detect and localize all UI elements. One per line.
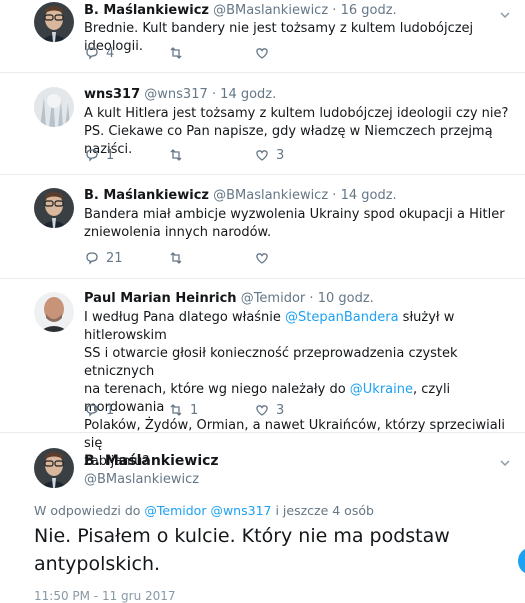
tweet-time[interactable]: 16 godz.	[341, 3, 397, 18]
reply-button[interactable]: 21	[84, 249, 123, 267]
heart-icon	[256, 253, 268, 264]
chevron-down-icon[interactable]	[499, 6, 511, 19]
reply-count: 4	[106, 45, 115, 61]
tweet-text-line: Bandera miał ambicje wyzwolenia Ukrainy …	[84, 207, 505, 222]
retweet-button[interactable]	[168, 249, 196, 267]
main-author-name[interactable]: B. Maślankiewicz	[84, 453, 219, 469]
separator: ·	[332, 3, 337, 18]
author-handle[interactable]: @BMaslankiewicz	[213, 3, 328, 18]
tweet-text-line: A kult Hitlera jest tożsamy z kultem lud…	[84, 106, 509, 121]
tweet-text-line: I według Pana dlatego właśnie @StepanBan…	[84, 309, 514, 345]
tweet-text-line: SS i otwarcie głosił konieczność przepro…	[84, 346, 458, 379]
tweet-header: B. Maślankiewicz @BMaslankiewicz · 16 go…	[84, 3, 397, 18]
mention-link[interactable]: @Ukraine	[350, 382, 413, 397]
author-name[interactable]: B. Maślankiewicz	[84, 3, 209, 18]
reply-icon	[86, 149, 98, 162]
reply-button[interactable]: 4	[84, 44, 114, 62]
avatar-photo-icon	[34, 448, 74, 488]
retweet-button[interactable]	[168, 44, 196, 62]
tweet-header: Paul Marian Heinrich @Temidor · 10 godz.	[84, 291, 374, 306]
author-name[interactable]: Paul Marian Heinrich	[84, 291, 237, 306]
reply-button[interactable]: 1	[84, 146, 114, 164]
avatar[interactable]	[34, 292, 74, 332]
tweet-text-line: zniewolenia innych narodów.	[84, 225, 272, 240]
retweet-icon	[170, 149, 182, 161]
author-handle[interactable]: @Temidor	[241, 291, 306, 306]
like-button[interactable]: 3	[254, 146, 284, 164]
text-fragment: I według Pana dlatego właśnie	[84, 310, 286, 325]
retweet-icon	[170, 252, 182, 264]
tweet-text: Bandera miał ambicje wyzwolenia Ukrainy …	[84, 206, 514, 242]
author-name[interactable]: B. Maślankiewicz	[84, 188, 209, 203]
like-button[interactable]	[254, 44, 282, 62]
avatar[interactable]	[34, 87, 74, 127]
tweet-timestamp[interactable]: 11:50 PM - 11 gru 2017	[34, 589, 176, 603]
like-count: 3	[276, 402, 285, 418]
tweet-time[interactable]: 14 godz.	[220, 87, 276, 102]
heart-icon	[256, 150, 268, 161]
avatar-photo-icon	[34, 87, 74, 127]
retweet-icon	[170, 404, 182, 416]
separator: ·	[309, 291, 314, 306]
tweet-time[interactable]: 14 godz.	[341, 188, 397, 203]
tweet-header: B. Maślankiewicz @BMaslankiewicz · 14 go…	[84, 188, 397, 203]
avatar-photo-icon	[34, 292, 74, 332]
tweet-4[interactable]: Paul Marian Heinrich @Temidor · 10 godz.…	[0, 278, 525, 469]
like-button[interactable]	[254, 249, 282, 267]
tweet-1[interactable]: B. Maślankiewicz @BMaslankiewicz · 16 go…	[0, 0, 525, 73]
tweet-text-line: PS. Ciekawe co Pan napisze, gdy władzę w…	[84, 124, 493, 157]
main-tweet-text: Nie. Pisałem o kulcie. Który nie ma pods…	[34, 525, 450, 575]
tweet-time[interactable]: 10 godz.	[318, 291, 374, 306]
mention-link[interactable]: @StepanBandera	[285, 310, 399, 325]
author-handle[interactable]: @wns317	[144, 87, 207, 102]
tweet-text: Brednie. Kult bandery nie jest tożsamy z…	[84, 21, 474, 54]
separator: ·	[332, 188, 337, 203]
author-handle[interactable]: @BMaslankiewicz	[213, 188, 328, 203]
avatar[interactable]	[34, 448, 74, 488]
reply-icon	[86, 47, 98, 60]
like-button[interactable]: 3	[254, 401, 284, 419]
tweet-header: wns317 @wns317 · 14 godz.	[84, 87, 276, 102]
heart-icon	[256, 48, 268, 59]
reply-count: 1	[106, 147, 115, 163]
reply-count: 1	[106, 402, 115, 418]
main-author-handle[interactable]: @BMaslankiewicz	[84, 472, 199, 487]
separator: ·	[211, 87, 217, 102]
retweet-button[interactable]	[168, 146, 196, 164]
avatar-photo-icon	[34, 2, 74, 42]
mention-link[interactable]: @wns317	[210, 503, 271, 518]
chevron-down-icon[interactable]	[499, 454, 511, 467]
reply-icon	[86, 252, 98, 265]
mention-link[interactable]: @Temidor	[144, 503, 206, 518]
tweet-3[interactable]: B. Maślankiewicz @BMaslankiewicz · 14 go…	[0, 174, 525, 279]
reply-button[interactable]: 1	[84, 401, 114, 419]
retweet-icon	[170, 47, 182, 59]
retweet-count: 1	[190, 402, 199, 418]
author-name[interactable]: wns317	[84, 87, 140, 102]
tweet-text-line: na terenach, które wg niego należały do …	[84, 381, 514, 417]
reply-prefix: W odpowiedzi do	[34, 503, 145, 518]
reply-suffix[interactable]: i jeszcze 4 osób	[271, 503, 373, 518]
avatar[interactable]	[34, 188, 74, 228]
reply-count: 21	[106, 250, 123, 266]
reply-icon	[86, 404, 98, 417]
avatar-photo-icon	[34, 188, 74, 228]
tweet-2[interactable]: wns317 @wns317 · 14 godz. A kult Hitlera…	[0, 72, 525, 175]
tweet-text: A kult Hitlera jest tożsamy z kultem lud…	[84, 105, 514, 159]
heart-icon	[256, 405, 268, 416]
reply-context: W odpowiedzi do @Temidor @wns317 i jeszc…	[34, 503, 374, 518]
like-count: 3	[276, 147, 285, 163]
avatar[interactable]	[34, 2, 74, 42]
retweet-button[interactable]: 1	[168, 401, 198, 419]
text-fragment: na terenach, które wg niego należały do	[84, 382, 350, 397]
